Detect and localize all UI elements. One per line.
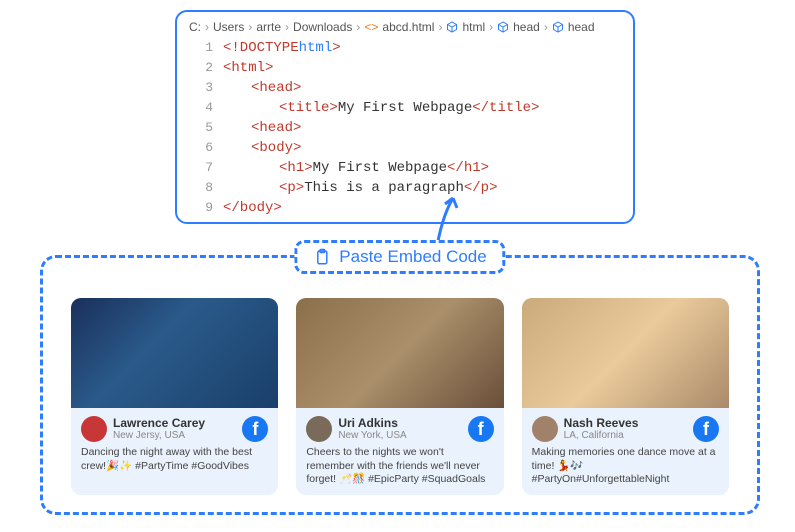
code-text: <head> bbox=[251, 118, 301, 138]
code-editor: C: › Users › arrte › Downloads › <> abcd.htm… bbox=[175, 10, 635, 224]
cube-icon bbox=[497, 21, 509, 33]
user-location: LA, California bbox=[564, 430, 687, 441]
embed-label-text: Paste Embed Code bbox=[339, 247, 486, 267]
embed-zone: Paste Embed Code Lawrence Carey New Jers… bbox=[40, 255, 760, 515]
user-location: New Jersy, USA bbox=[113, 430, 236, 441]
embed-label: Paste Embed Code bbox=[294, 240, 505, 274]
chevron-right-icon: › bbox=[248, 20, 252, 34]
breadcrumb-item: html bbox=[462, 20, 485, 34]
chevron-right-icon: › bbox=[205, 20, 209, 34]
chevron-right-icon: › bbox=[285, 20, 289, 34]
social-card: Lawrence Carey New Jersy, USA f Dancing … bbox=[71, 298, 278, 495]
breadcrumb-item: arrte bbox=[256, 20, 281, 34]
code-text: My First Webpage bbox=[313, 158, 447, 178]
chevron-right-icon: › bbox=[438, 20, 442, 34]
code-block: 1 <!DOCTYPE html> 2 <html> 3 <head> 4 <title… bbox=[189, 38, 621, 218]
facebook-icon: f bbox=[242, 416, 268, 442]
code-text: </title> bbox=[472, 98, 539, 118]
user-name: Uri Adkins bbox=[338, 417, 461, 430]
line-number: 2 bbox=[189, 58, 213, 78]
line-number: 5 bbox=[189, 118, 213, 138]
code-text: <body> bbox=[251, 138, 301, 158]
clipboard-icon bbox=[313, 247, 331, 267]
user-location: New York, USA bbox=[338, 430, 461, 441]
line-number: 4 bbox=[189, 98, 213, 118]
line-number: 7 bbox=[189, 158, 213, 178]
code-text: </p> bbox=[464, 178, 498, 198]
line-number: 9 bbox=[189, 198, 213, 218]
chevron-right-icon: › bbox=[544, 20, 548, 34]
line-number: 6 bbox=[189, 138, 213, 158]
avatar bbox=[306, 416, 332, 442]
breadcrumb-item: Downloads bbox=[293, 20, 352, 34]
facebook-icon: f bbox=[468, 416, 494, 442]
user-name: Lawrence Carey bbox=[113, 417, 236, 430]
breadcrumb-item: head bbox=[568, 20, 595, 34]
post-text: Cheers to the nights we won't remember w… bbox=[306, 446, 493, 487]
breadcrumb-item: abcd.html bbox=[382, 20, 434, 34]
post-text: Dancing the night away with the best cre… bbox=[81, 446, 268, 473]
social-card: Nash Reeves LA, California f Making memo… bbox=[522, 298, 729, 495]
code-text: <!DOCTYPE bbox=[223, 38, 299, 58]
avatar bbox=[81, 416, 107, 442]
breadcrumb: C: › Users › arrte › Downloads › <> abcd.htm… bbox=[189, 20, 621, 34]
code-text: </h1> bbox=[447, 158, 489, 178]
code-text: <p> bbox=[279, 178, 304, 198]
card-list: Lawrence Carey New Jersy, USA f Dancing … bbox=[43, 298, 757, 495]
breadcrumb-item: head bbox=[513, 20, 540, 34]
code-text: <head> bbox=[251, 78, 301, 98]
code-text: html bbox=[299, 38, 333, 58]
cube-icon bbox=[446, 21, 458, 33]
line-number: 1 bbox=[189, 38, 213, 58]
card-image bbox=[296, 298, 503, 408]
breadcrumb-item: Users bbox=[213, 20, 244, 34]
user-name: Nash Reeves bbox=[564, 417, 687, 430]
code-text: <title> bbox=[279, 98, 338, 118]
avatar bbox=[532, 416, 558, 442]
breadcrumb-item: C: bbox=[189, 20, 201, 34]
code-text: </body> bbox=[223, 198, 282, 218]
facebook-icon: f bbox=[693, 416, 719, 442]
cube-icon bbox=[552, 21, 564, 33]
chevron-right-icon: › bbox=[489, 20, 493, 34]
code-text: <html> bbox=[223, 58, 273, 78]
code-icon: <> bbox=[364, 20, 378, 34]
code-text: My First Webpage bbox=[338, 98, 472, 118]
card-image bbox=[71, 298, 278, 408]
post-text: Making memories one dance move at a time… bbox=[532, 446, 719, 487]
card-image bbox=[522, 298, 729, 408]
social-card: Uri Adkins New York, USA f Cheers to the… bbox=[296, 298, 503, 495]
code-text: > bbox=[332, 38, 340, 58]
code-text: <h1> bbox=[279, 158, 313, 178]
chevron-right-icon: › bbox=[356, 20, 360, 34]
line-number: 3 bbox=[189, 78, 213, 98]
line-number: 8 bbox=[189, 178, 213, 198]
